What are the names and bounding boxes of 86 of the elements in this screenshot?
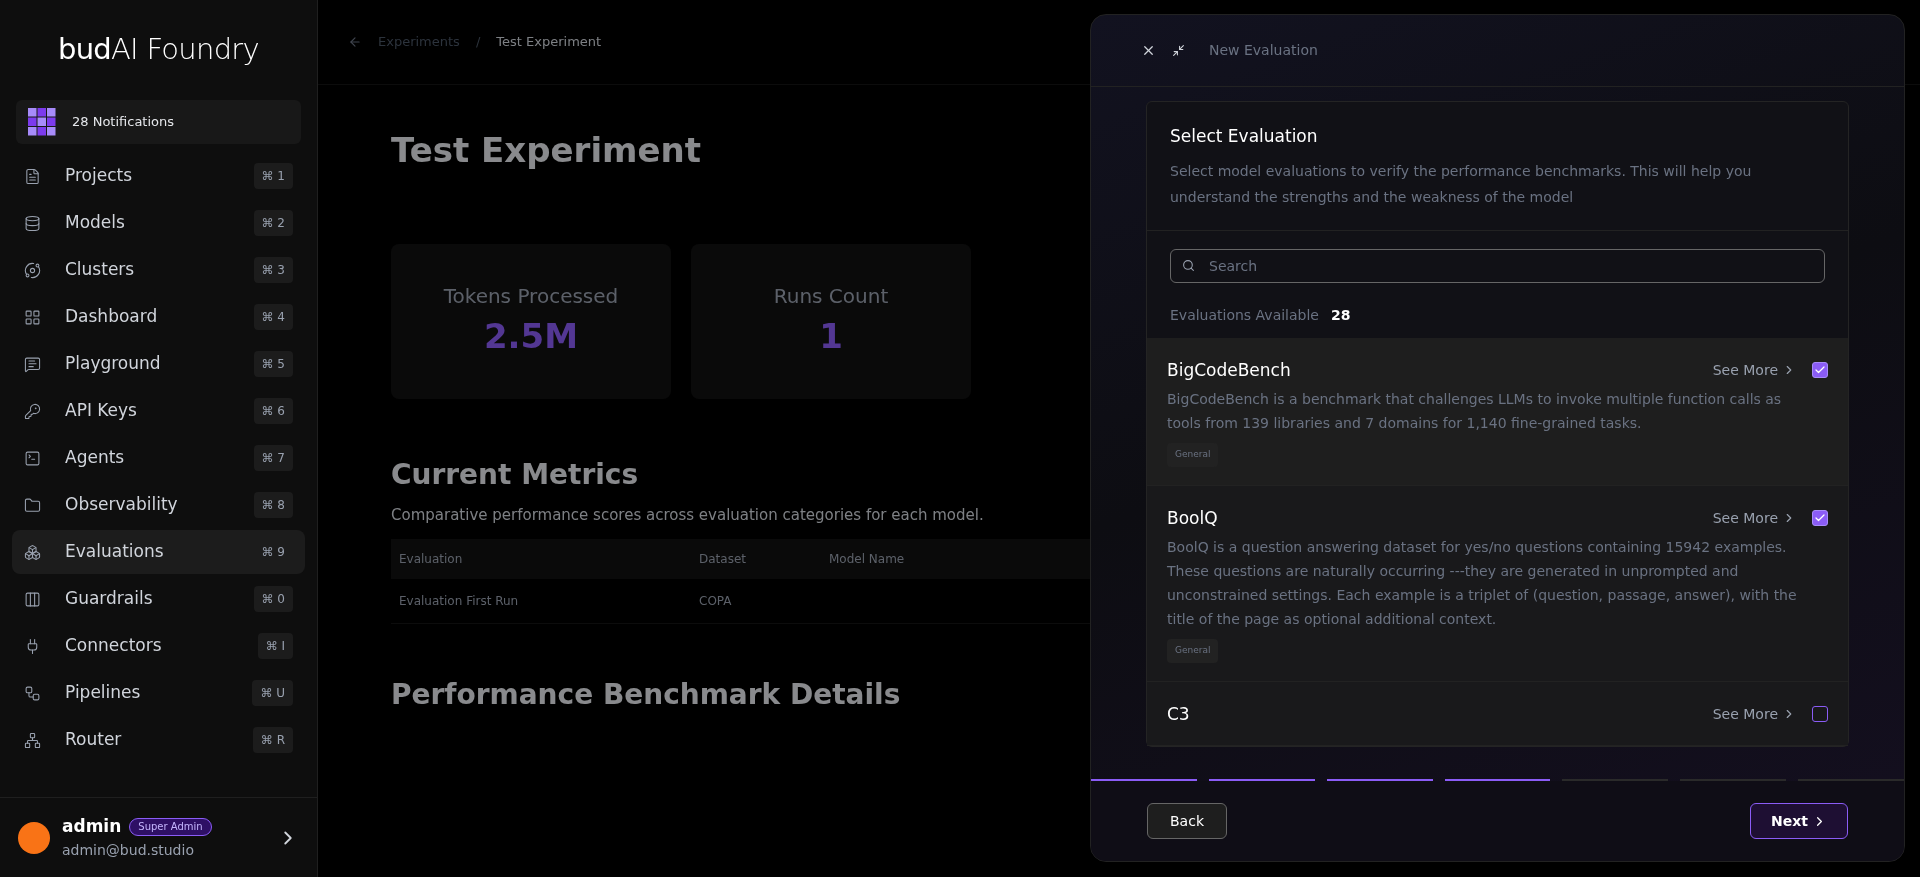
boxes-icon xyxy=(24,543,41,561)
notifications-text: 28 Notifications xyxy=(72,113,175,132)
shortcut-label: ⌘ U xyxy=(252,680,293,706)
nav-item[interactable]: Models ⌘ 2 xyxy=(12,201,305,245)
shortcut-label: ⌘ 7 xyxy=(253,445,293,471)
section-title: Performance Benchmark Details xyxy=(391,676,901,713)
network-icon xyxy=(24,731,41,749)
available-count: 28 xyxy=(1331,305,1351,325)
nav-item[interactable]: Connectors ⌘ I xyxy=(12,624,305,668)
nav-item[interactable]: Clusters ⌘ 3 xyxy=(12,248,305,292)
back-button[interactable]: Back xyxy=(1147,803,1227,839)
folder-icon xyxy=(24,496,41,514)
table-cell-text: COPA xyxy=(698,592,733,610)
grid-logo-icon xyxy=(28,108,56,136)
stat-card: Tokens Processed 2.5M xyxy=(391,244,671,399)
breadcrumb-separator: / xyxy=(475,33,481,52)
shortcut-label: ⌘ 8 xyxy=(253,492,293,518)
evaluation-name: BoolQ xyxy=(1167,506,1219,530)
shortcut-label: ⌘ 2 xyxy=(253,210,293,236)
nav-item[interactable]: Router ⌘ R xyxy=(12,718,305,762)
evaluation-name: C3 xyxy=(1167,702,1191,726)
shortcut-label: ⌘ I xyxy=(257,633,293,659)
chat-icon xyxy=(24,355,41,373)
logo: budAI Foundry xyxy=(57,31,259,69)
nav-item[interactable]: Agents ⌘ 7 xyxy=(12,436,305,480)
search-icon xyxy=(1182,258,1195,272)
columns-icon xyxy=(24,590,41,608)
shortcut-label: ⌘ 1 xyxy=(253,163,293,189)
evaluation-name: BigCodeBench xyxy=(1167,358,1292,382)
shortcut-label: ⌘ 4 xyxy=(253,304,293,330)
terminal-icon xyxy=(24,449,41,467)
document-icon xyxy=(24,167,41,185)
available-label: Evaluations Available xyxy=(1170,305,1319,325)
evaluation-item[interactable]: BigCodeBench See More BigCodeBench is a benchmark that challenges LLMs to invoke multiple function calls as tools from 139 libraries and 7 domains for 1,140 fine-grained tasks. General xyxy=(1147,337,1848,486)
shortcut-label: ⌘ R xyxy=(252,727,293,753)
evaluation-item[interactable]: C3 See More xyxy=(1147,681,1848,746)
shortcut-label: ⌘ 9 xyxy=(260,544,286,561)
nav-item[interactable]: Guardrails ⌘ 0 xyxy=(12,577,305,621)
close-icon[interactable] xyxy=(1141,43,1156,58)
key-icon xyxy=(24,402,41,420)
grid-icon xyxy=(24,308,41,326)
table-header: Dataset xyxy=(698,550,747,568)
user-email: admin@bud.studio xyxy=(62,840,195,860)
tag: General xyxy=(1167,639,1219,663)
user-name: admin xyxy=(62,815,122,839)
nav-item[interactable]: Evaluations ⌘ 9 xyxy=(12,530,305,574)
shortcut-label: ⌘ 0 xyxy=(253,586,293,612)
database-icon xyxy=(24,214,41,232)
checkbox[interactable] xyxy=(1812,362,1828,379)
table-cell-text: Evaluation First Run xyxy=(398,592,520,610)
checkbox[interactable] xyxy=(1812,510,1828,527)
nav-item[interactable]: Dashboard ⌘ 4 xyxy=(12,295,305,339)
shortcut-label: ⌘ 6 xyxy=(253,398,293,424)
shortcut-label: ⌘ 3 xyxy=(253,257,293,283)
nav-item[interactable]: Playground ⌘ 5 xyxy=(12,342,305,386)
checkbox[interactable] xyxy=(1812,706,1828,723)
avatar xyxy=(18,821,50,854)
workflow-icon xyxy=(24,684,41,702)
see-more-link[interactable]: See More xyxy=(1712,703,1796,725)
nav-item[interactable]: API Keys ⌘ 6 xyxy=(12,389,305,433)
drawer-title: New Evaluation xyxy=(1209,41,1318,60)
next-button[interactable]: Next xyxy=(1750,803,1848,839)
shortcut-label: ⌘ 5 xyxy=(253,351,293,377)
evaluation-item[interactable] xyxy=(1147,485,1848,682)
notifications-bar[interactable]: 28 Notifications xyxy=(16,100,301,144)
nav-item[interactable]: Observability ⌘ 8 xyxy=(12,483,305,527)
orbit-icon xyxy=(24,261,41,279)
table-header: Evaluation xyxy=(398,550,464,568)
card-heading: Select Evaluation xyxy=(1170,125,1319,148)
evaluation-description: BigCodeBench is a benchmark that challenges LLMs to invoke multiple function calls as tools from 139 libraries and 7 domains for 1,140 fine-grained tasks. xyxy=(1167,390,1783,433)
see-more-link[interactable]: See More xyxy=(1712,507,1796,529)
search-field[interactable]: Search xyxy=(1170,248,1825,283)
section-description: Comparative performance scores across evaluation categories for each model. xyxy=(391,505,984,526)
tag: General xyxy=(1167,443,1219,467)
nav-item[interactable]: Pipelines ⌘ U xyxy=(12,671,305,715)
evaluation-description: BoolQ is a question answering dataset for yes/no questions containing 15942 examples. These questions are naturally occurring ---they are generated in unprompted and unconstrained settings. Each example is a triplet of (question, passage, answer), with the title of the page as optional additional context. xyxy=(1167,538,1798,629)
page-title: Test Experiment xyxy=(391,129,701,172)
see-more-link[interactable]: See More xyxy=(1712,359,1796,381)
section-title: Current Metrics xyxy=(391,457,639,493)
breadcrumb-item[interactable]: Test Experiment xyxy=(496,32,602,52)
stat-card: Runs Count 1 xyxy=(691,244,971,399)
card-description: Select model evaluations to verify the performance benchmarks. This will help you understand the strengths and the weakness of the model xyxy=(1170,161,1753,207)
role-badge: Super Admin xyxy=(129,818,212,836)
minimize-icon[interactable] xyxy=(1172,44,1185,57)
table-header: Model Name xyxy=(828,550,906,568)
nav-item[interactable]: Projects ⌘ 1 xyxy=(12,154,305,198)
